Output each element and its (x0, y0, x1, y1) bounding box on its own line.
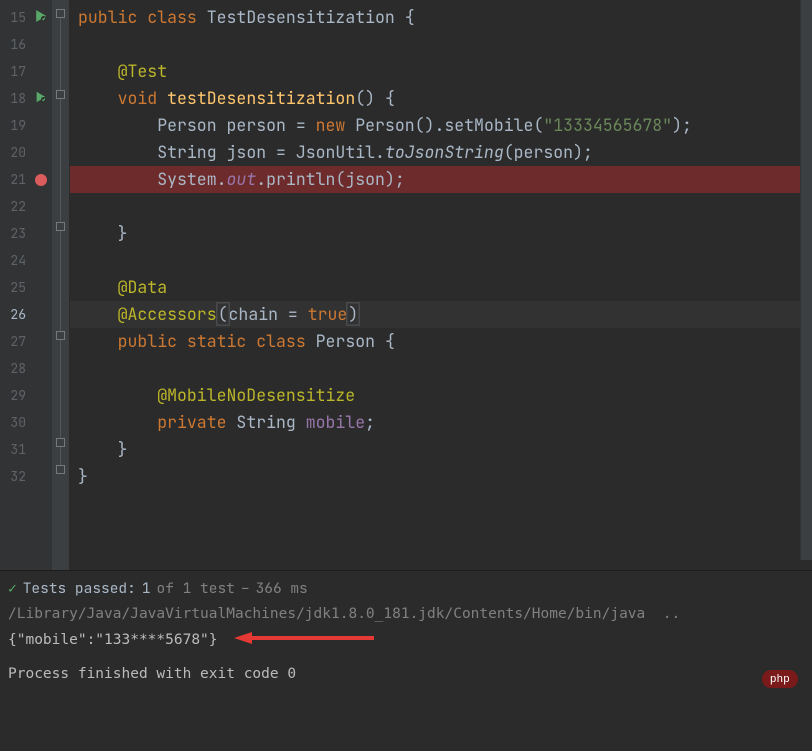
code-line[interactable]: @Test (70, 58, 812, 85)
code-line[interactable] (70, 193, 812, 220)
code-line[interactable]: Person person = new Person().setMobile("… (70, 112, 812, 139)
line-number: 24 (0, 247, 30, 274)
code-line[interactable]: } (70, 436, 812, 463)
code-content[interactable]: public class TestDesensitization { @Test… (70, 0, 812, 570)
tests-passed-count: 1 (142, 579, 151, 598)
line-number: 26 (0, 301, 30, 328)
vertical-scrollbar[interactable] (800, 0, 812, 560)
code-line[interactable] (70, 31, 812, 58)
code-line[interactable]: void testDesensitization() { (70, 85, 812, 112)
fold-handle-icon[interactable] (56, 331, 65, 340)
line-number: 18 (0, 85, 30, 112)
console-command: /Library/Java/JavaVirtualMachines/jdk1.8… (8, 598, 804, 622)
line-number: 27 (0, 328, 30, 355)
line-number: 22 (0, 193, 30, 220)
line-number: 30 (0, 409, 30, 436)
tests-status-bar: ✓ Tests passed: 1 of 1 test – 366 ms (8, 579, 804, 598)
fold-handle-icon[interactable] (56, 9, 65, 18)
line-number: 20 (0, 139, 30, 166)
fold-handle-icon[interactable] (56, 465, 65, 474)
run-test-icon[interactable] (34, 88, 48, 109)
gutter-icons (30, 0, 52, 570)
code-editor[interactable]: 15 16 17 18 19 20 21 22 23 24 25 26 27 2… (0, 0, 812, 570)
line-number: 21 (0, 166, 30, 193)
code-line[interactable] (70, 490, 812, 570)
code-line[interactable]: private String mobile; (70, 409, 812, 436)
code-line-breakpoint[interactable]: System.out.println(json); (70, 166, 812, 193)
check-icon: ✓ (8, 579, 17, 598)
tests-dash: – (241, 579, 250, 598)
line-number: 19 (0, 112, 30, 139)
line-number: 23 (0, 220, 30, 247)
fold-handle-icon[interactable] (56, 222, 65, 231)
run-test-icon[interactable] (34, 7, 48, 28)
code-line[interactable]: @MobileNoDesensitize (70, 382, 812, 409)
code-line[interactable] (70, 247, 812, 274)
code-line[interactable]: public static class Person { (70, 328, 812, 355)
breakpoint-icon[interactable] (35, 174, 47, 186)
code-line[interactable]: @Data (70, 274, 812, 301)
annotation-arrow-icon (234, 630, 374, 650)
code-line-current[interactable]: @Accessors(chain = true) (70, 301, 812, 328)
line-number: 15 (0, 4, 30, 31)
line-number-gutter: 15 16 17 18 19 20 21 22 23 24 25 26 27 2… (0, 0, 30, 570)
line-number: 29 (0, 382, 30, 409)
line-number: 32 (0, 463, 30, 490)
fold-gutter[interactable] (52, 0, 70, 570)
console-output: {"mobile":"133****5678"} (8, 622, 804, 650)
line-number: 31 (0, 436, 30, 463)
console-exit: Process finished with exit code 0 (8, 650, 804, 682)
line-number: 25 (0, 274, 30, 301)
fold-handle-icon[interactable] (56, 438, 65, 447)
run-console[interactable]: ✓ Tests passed: 1 of 1 test – 366 ms /Li… (0, 570, 812, 702)
tests-time: 366 ms (256, 579, 308, 598)
line-number: 17 (0, 58, 30, 85)
line-number: 16 (0, 31, 30, 58)
code-line[interactable]: String json = JsonUtil.toJsonString(pers… (70, 139, 812, 166)
code-line[interactable]: } (70, 220, 812, 247)
code-line[interactable] (70, 355, 812, 382)
tests-total: of 1 test (157, 579, 235, 598)
code-line[interactable]: } (70, 463, 812, 490)
tests-passed-label: Tests passed: (23, 579, 136, 598)
code-line[interactable]: public class TestDesensitization { (70, 4, 812, 31)
fold-handle-icon[interactable] (56, 90, 65, 99)
line-number: 28 (0, 355, 30, 382)
watermark-logo: php (762, 670, 798, 688)
